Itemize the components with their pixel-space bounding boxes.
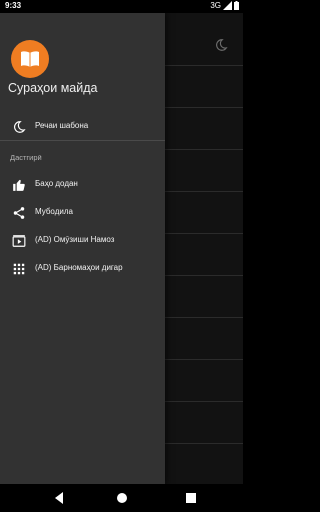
drawer-item-share[interactable]: Мубодила bbox=[0, 201, 165, 225]
home-icon[interactable] bbox=[115, 491, 129, 505]
status-icons: 3G bbox=[210, 1, 239, 10]
section-title: Дастгирӣ bbox=[10, 153, 42, 162]
moon-icon bbox=[12, 120, 26, 134]
app-title: Сураҳои майда bbox=[8, 81, 98, 95]
status-bar: 9:33 3G bbox=[0, 0, 243, 13]
drawer-item-label: Речаи шабона bbox=[35, 121, 89, 130]
drawer-item-label: (AD) Омӯзиши Намоз bbox=[35, 235, 115, 244]
thumb-up-icon bbox=[12, 178, 26, 192]
share-icon bbox=[12, 206, 26, 220]
apps-grid-icon bbox=[12, 262, 26, 276]
video-icon bbox=[12, 234, 26, 248]
drawer-item-other-apps[interactable]: (AD) Барномаҳои дигар bbox=[0, 257, 165, 281]
system-nav-bar bbox=[0, 484, 243, 512]
drawer-item-label: Мубодила bbox=[35, 207, 73, 216]
app-logo-icon bbox=[11, 40, 49, 78]
status-time: 9:33 bbox=[5, 1, 22, 10]
recents-icon[interactable] bbox=[184, 491, 198, 505]
signal-icon bbox=[223, 1, 232, 10]
battery-icon bbox=[234, 1, 239, 10]
night-mode-icon[interactable] bbox=[214, 38, 228, 52]
drawer-item-prayer-video[interactable]: (AD) Омӯзиши Намоз bbox=[0, 229, 165, 253]
drawer-item-label: (AD) Барномаҳои дигар bbox=[35, 263, 123, 272]
drawer-divider bbox=[0, 140, 165, 141]
navigation-drawer: Сураҳои майда Речаи шабона Дастгирӣ Баҳо… bbox=[0, 13, 165, 484]
drawer-item-label: Баҳо додан bbox=[35, 179, 78, 188]
drawer-item-night-mode[interactable]: Речаи шабона bbox=[0, 115, 165, 139]
drawer-item-rate[interactable]: Баҳо додан bbox=[0, 173, 165, 197]
network-type: 3G bbox=[210, 1, 221, 10]
back-icon[interactable] bbox=[52, 491, 66, 505]
